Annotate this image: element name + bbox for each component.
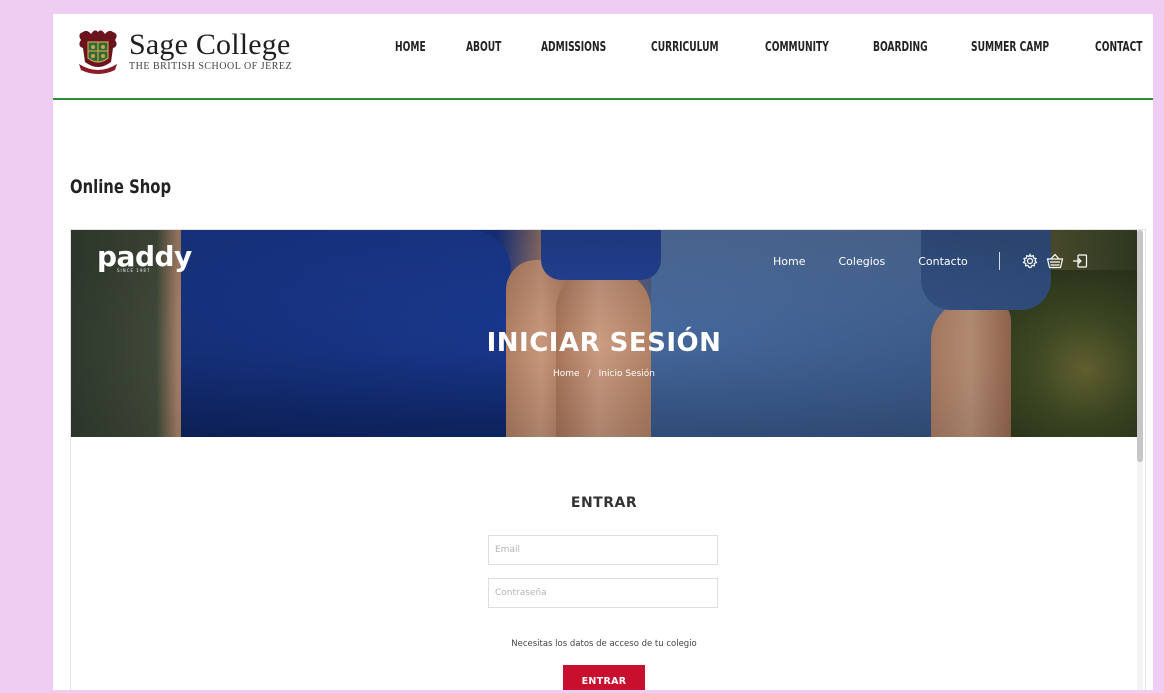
breadcrumb-current: Inicio Sesión bbox=[598, 369, 655, 379]
scrollbar-thumb[interactable] bbox=[1137, 230, 1143, 462]
nav-contact[interactable]: CONTACT bbox=[1095, 40, 1143, 55]
login-icon[interactable] bbox=[1072, 253, 1088, 269]
nav-curriculum[interactable]: CURRICULUM bbox=[651, 40, 719, 55]
login-submit-button[interactable]: ENTRAR bbox=[563, 665, 645, 690]
settings-gear-icon[interactable] bbox=[1022, 253, 1038, 269]
site-header: Sage College THE BRITISH SCHOOL OF JEREZ… bbox=[53, 14, 1153, 100]
breadcrumb: Home / Inicio Sesión bbox=[71, 369, 1137, 379]
nav-divider bbox=[998, 252, 1000, 270]
page-title: Online Shop bbox=[70, 176, 172, 198]
nav-community[interactable]: COMMUNITY bbox=[765, 40, 829, 55]
nav-home[interactable]: HOME bbox=[395, 40, 426, 55]
breadcrumb-separator: / bbox=[587, 369, 591, 379]
embed-scrollbar[interactable] bbox=[1137, 230, 1143, 690]
shop-nav-home[interactable]: Home bbox=[773, 255, 805, 268]
shop-embed-frame: paddy SINCE 1987 Home Colegios Contacto bbox=[70, 229, 1146, 690]
nav-about[interactable]: ABOUT bbox=[466, 40, 501, 55]
shop-nav-contacto[interactable]: Contacto bbox=[918, 255, 968, 268]
shop-nav-colegios[interactable]: Colegios bbox=[838, 255, 885, 268]
email-field[interactable] bbox=[488, 535, 718, 565]
login-help-text: Necesitas los datos de acceso de tu cole… bbox=[511, 639, 697, 649]
nav-boarding[interactable]: BOARDING bbox=[873, 40, 928, 55]
nav-admissions[interactable]: ADMISSIONS bbox=[541, 40, 606, 55]
password-field[interactable] bbox=[488, 578, 718, 608]
paddy-logo[interactable]: paddy SINCE 1987 bbox=[97, 240, 192, 273]
shop-nav: Home Colegios Contacto bbox=[773, 252, 1088, 270]
nav-summer-camp[interactable]: SUMMER CAMP bbox=[971, 40, 1049, 55]
basket-icon[interactable] bbox=[1046, 253, 1064, 269]
college-crest-icon bbox=[79, 30, 117, 74]
browser-page: Sage College THE BRITISH SCHOOL OF JEREZ… bbox=[53, 14, 1153, 690]
login-title: ENTRAR bbox=[570, 495, 638, 511]
breadcrumb-home[interactable]: Home bbox=[553, 369, 580, 379]
hero-title: INICIAR SESIÓN bbox=[486, 328, 722, 358]
logo-title: Sage College bbox=[129, 28, 291, 61]
hero-banner: paddy SINCE 1987 Home Colegios Contacto bbox=[71, 230, 1137, 437]
sage-college-logo[interactable]: Sage College THE BRITISH SCHOOL OF JEREZ bbox=[73, 26, 292, 76]
logo-subtitle: THE BRITISH SCHOOL OF JEREZ bbox=[129, 61, 293, 72]
